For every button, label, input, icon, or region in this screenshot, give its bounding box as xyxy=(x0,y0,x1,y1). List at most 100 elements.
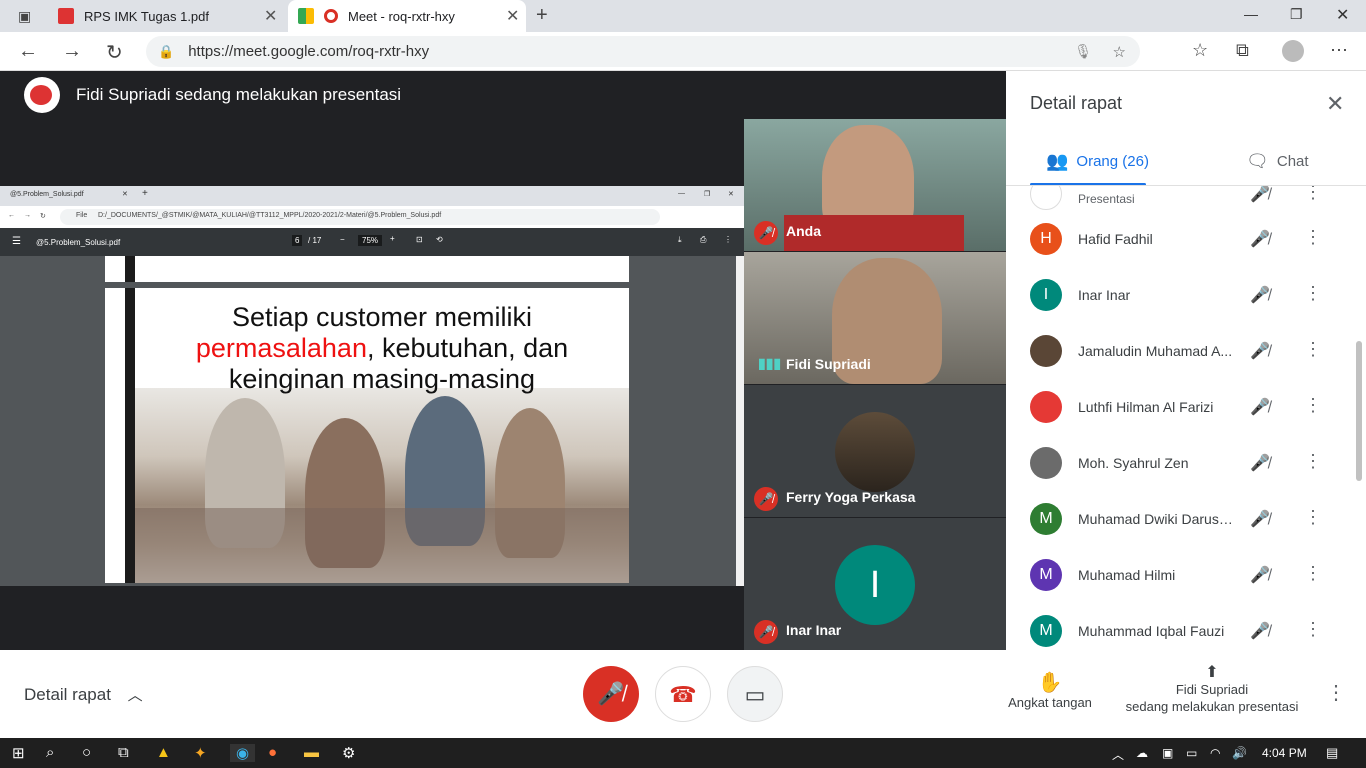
collections-icon[interactable]: ⧉ xyxy=(1236,40,1249,61)
participant-avatar xyxy=(1030,186,1062,210)
reload-icon: ↻ xyxy=(40,213,46,220)
more-options-icon[interactable]: ⋮ xyxy=(1304,451,1322,472)
chevron-up-icon[interactable]: ︿ xyxy=(1112,746,1124,763)
hand-icon: ✋ xyxy=(1037,672,1063,694)
minimize-button[interactable]: — xyxy=(1244,6,1258,22)
leave-call-button[interactable]: ☎ xyxy=(655,666,711,722)
list-item[interactable]: I Inar Inar 🎤̸ ⋮ xyxy=(1006,267,1352,323)
list-item[interactable]: M Muhamad Hilmi 🎤̸ ⋮ xyxy=(1006,547,1352,603)
address-bar-row: ← → ↻ 🔒 https://meet.google.com/roq-rxtr… xyxy=(0,32,1366,71)
panel-title: Detail rapat xyxy=(1030,93,1123,113)
tray-icon[interactable]: ▣ xyxy=(1162,746,1173,760)
maximize-button[interactable]: ❐ xyxy=(1290,6,1303,23)
tab-actions-icon[interactable]: ▣ xyxy=(18,8,31,25)
favorite-icon[interactable]: ☆ xyxy=(1113,43,1126,61)
tab-rps-pdf[interactable]: RPS IMK Tugas 1.pdf ✕ xyxy=(48,0,284,32)
meeting-details-label: Detail rapat xyxy=(24,685,111,704)
cloud-icon[interactable]: ☁ xyxy=(1136,746,1148,760)
tile-anda[interactable]: 🎤̸ Anda xyxy=(744,119,1006,251)
more-options-icon[interactable]: ⋮ xyxy=(1304,339,1322,360)
list-item[interactable]: M Muhammad Iqbal Fauzi 🎤̸ ⋮ xyxy=(1006,603,1352,650)
muted-mic-icon[interactable]: 🎤̸ xyxy=(1250,229,1270,249)
battery-icon[interactable]: ▭ xyxy=(1186,746,1197,760)
raise-hand-button[interactable]: ✋ Angkat tangan xyxy=(996,670,1104,710)
tile-inar-inar[interactable]: I 🎤̸ Inar Inar xyxy=(744,518,1006,650)
slide-highlight: permasalahan xyxy=(195,333,367,363)
close-tab-icon[interactable]: ✕ xyxy=(264,6,277,26)
camera-toggle-button[interactable]: ▭ xyxy=(727,666,783,722)
windows-start-icon[interactable]: ⊞ xyxy=(12,744,25,762)
search-icon[interactable]: ⌕ xyxy=(46,744,54,761)
muted-mic-icon[interactable]: 🎤̸ xyxy=(1250,397,1270,417)
profile-avatar[interactable] xyxy=(1282,40,1304,62)
muted-mic-icon[interactable]: 🎤̸ xyxy=(1250,509,1270,529)
muted-mic-icon[interactable]: 🎤̸ xyxy=(1250,453,1270,473)
more-options-icon[interactable]: ⋮ xyxy=(1304,227,1322,248)
meeting-details-toggle[interactable]: Detail rapat ︿ xyxy=(24,684,143,705)
tile-ferry-yoga-perkasa[interactable]: 🎤̸ Ferry Yoga Perkasa xyxy=(744,385,1006,517)
task-view-icon[interactable]: ⧉ xyxy=(118,744,129,761)
tab-meet[interactable]: Meet - roq-rxtr-hxy ✕ xyxy=(288,0,526,32)
close-icon[interactable]: ✕ xyxy=(1326,91,1344,117)
muted-mic-icon[interactable]: 🎤̸ xyxy=(1250,186,1270,204)
wifi-icon[interactable]: ◠ xyxy=(1210,746,1220,760)
volume-icon[interactable]: 🔊 xyxy=(1232,746,1247,760)
app-icon[interactable]: ✦ xyxy=(194,744,207,762)
new-tab-button[interactable]: + xyxy=(536,4,548,27)
list-item[interactable]: H Hafid Fadhil 🎤̸ ⋮ xyxy=(1006,211,1352,267)
panel-scrollbar[interactable] xyxy=(1356,341,1362,481)
muted-mic-icon[interactable]: 🎤̸ xyxy=(1250,341,1270,361)
list-item[interactable]: Luthfi Hilman Al Farizi 🎤̸ ⋮ xyxy=(1006,379,1352,435)
close-window-button[interactable]: ✕ xyxy=(1336,5,1349,25)
more-options-icon[interactable]: ⋮ xyxy=(1304,507,1322,528)
edge-icon[interactable]: ◉ xyxy=(230,744,256,762)
clock[interactable]: 4:04 PM xyxy=(1262,746,1307,760)
more-options-icon[interactable]: ⋮ xyxy=(1326,680,1346,705)
tab-people[interactable]: 👥 Orang (26) xyxy=(1046,151,1149,172)
more-options-icon[interactable]: ⋮ xyxy=(1304,563,1322,584)
present-screen-icon: ⬆ xyxy=(1205,664,1219,681)
reload-icon[interactable]: ↻ xyxy=(106,40,123,65)
more-options-icon[interactable]: ⋮ xyxy=(1304,619,1322,640)
back-icon[interactable]: ← xyxy=(18,40,38,63)
more-options-icon[interactable]: ⋮ xyxy=(1304,186,1322,203)
muted-mic-icon[interactable]: 🎤̸ xyxy=(1250,621,1270,641)
list-item[interactable]: M Muhamad Dwiki Darusa... 🎤̸ ⋮ xyxy=(1006,491,1352,547)
close-tab-icon[interactable]: ✕ xyxy=(506,6,519,26)
meet-stage: Fidi Supriadi sedang melakukan presentas… xyxy=(0,71,1006,650)
presenter-banner: Fidi Supriadi sedang melakukan presentas… xyxy=(24,77,401,113)
participant-name: Jamaludin Muhamad A... xyxy=(1078,343,1233,359)
participant-name: Luthfi Hilman Al Farizi xyxy=(1078,399,1214,415)
microphone-toggle-button[interactable]: 🎤̸ xyxy=(583,666,639,722)
lock-icon: 🔒 xyxy=(158,43,175,59)
muted-mic-icon[interactable]: 🎤̸ xyxy=(1250,285,1270,305)
settings-icon[interactable]: ⚙ xyxy=(342,744,355,762)
favorites-icon[interactable]: ☆ xyxy=(1192,40,1208,61)
more-menu-icon[interactable]: ⋯ xyxy=(1330,40,1348,61)
participant-avatar: I xyxy=(1030,279,1062,311)
participant-name: Muhamad Dwiki Darusa... xyxy=(1078,511,1238,527)
file-explorer-icon[interactable]: ▬ xyxy=(304,744,319,761)
app-icon[interactable]: ▲ xyxy=(156,744,171,761)
list-item[interactable]: Jamaludin Muhamad A... 🎤̸ ⋮ xyxy=(1006,323,1352,379)
participant-avatar: H xyxy=(1030,223,1062,255)
cortana-icon[interactable]: ○ xyxy=(82,744,91,761)
more-options-icon[interactable]: ⋮ xyxy=(1304,395,1322,416)
notifications-icon[interactable]: ▤ xyxy=(1326,745,1338,761)
microphone-icon[interactable]: 🎙 xyxy=(1074,43,1092,60)
shared-address-bar: ← → ↻ File D:/_DOCUMENTS/_@STMIK/@MATA_K… xyxy=(0,206,744,228)
slide-line-1: Setiap customer memiliki xyxy=(231,302,533,332)
url-field[interactable]: 🔒 https://meet.google.com/roq-rxtr-hxy ☆… xyxy=(146,36,1140,67)
people-icon: 👥 xyxy=(1046,151,1069,171)
list-item[interactable]: Moh. Syahrul Zen 🎤̸ ⋮ xyxy=(1006,435,1352,491)
participant-avatar: I xyxy=(835,545,915,625)
forward-icon: → xyxy=(24,212,31,219)
muted-mic-icon[interactable]: 🎤̸ xyxy=(1250,565,1270,585)
firefox-icon[interactable]: ● xyxy=(268,744,277,761)
tab-chat[interactable]: 🗨 Chat xyxy=(1246,151,1309,172)
presenting-line-2: sedang melakukan presentasi xyxy=(1125,699,1299,714)
presentation-status-button[interactable]: ⬆ Fidi Supriadi sedang melakukan present… xyxy=(1112,664,1312,715)
forward-icon[interactable]: → xyxy=(62,40,82,63)
more-options-icon[interactable]: ⋮ xyxy=(1304,283,1322,304)
tile-fidi-supriadi[interactable]: ▮▮▮ Fidi Supriadi xyxy=(744,252,1006,384)
